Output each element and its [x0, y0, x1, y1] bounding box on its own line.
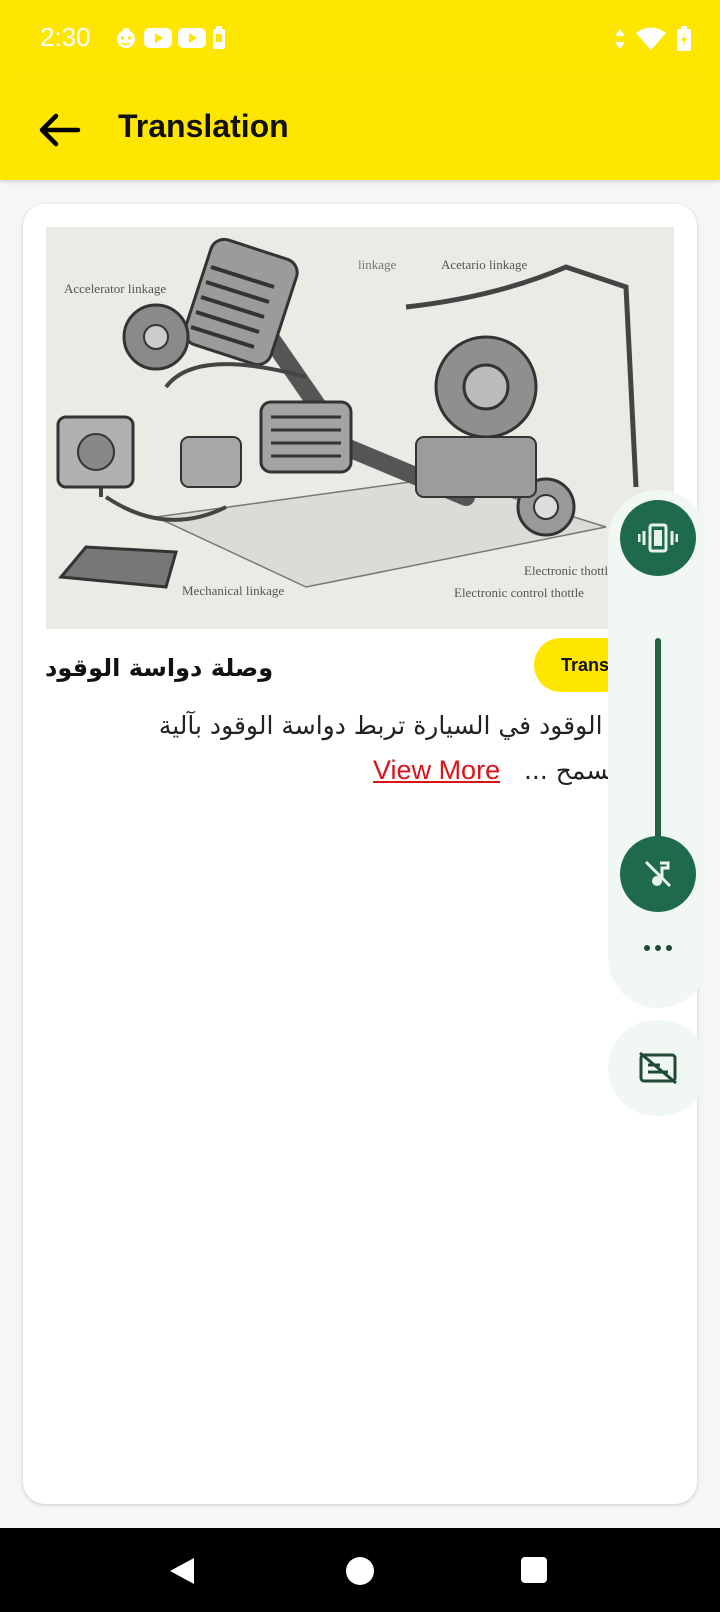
volume-slider-track[interactable] — [655, 638, 661, 868]
figure-label-mechanical: Mechanical linkage — [182, 583, 284, 598]
volume-panel — [608, 490, 708, 1008]
description-line-2: ، مما يسمح ... View More — [45, 748, 675, 793]
nav-back-button[interactable] — [168, 1556, 196, 1590]
status-time: 2:30 — [40, 22, 91, 52]
view-more-link[interactable]: View More — [373, 755, 500, 785]
navigation-bar — [0, 1528, 720, 1612]
app-bar: Translation — [0, 80, 720, 180]
volume-more-button[interactable] — [638, 936, 678, 960]
nav-recents-icon — [521, 1557, 547, 1583]
captions-off-icon — [639, 1051, 677, 1085]
battery-saver-icon — [213, 26, 225, 49]
youtube-icon — [178, 28, 206, 48]
live-caption-button[interactable] — [608, 1020, 708, 1116]
battery-icon — [677, 26, 691, 51]
nav-recents-button[interactable] — [520, 1556, 548, 1588]
bug-face-icon — [117, 28, 135, 48]
figure-label-linkage: linkage — [358, 257, 396, 272]
vibrate-icon — [638, 523, 678, 553]
page-title: Translation — [118, 108, 289, 144]
figure-label-accelerator: Accelerator linkage — [64, 281, 166, 296]
card-description: دواسة الوقود في السيارة تربط دواسة الوقو… — [45, 704, 675, 793]
more-horiz-icon — [644, 945, 672, 951]
nav-home-button[interactable] — [345, 1556, 375, 1590]
volume-slider-thumb[interactable] — [620, 836, 696, 912]
notification-icons — [114, 26, 226, 50]
description-line-1: دواسة الوقود في السيارة تربط دواسة الوقو… — [158, 711, 675, 740]
figure-label-acetario: Acetario linkage — [441, 257, 527, 272]
system-icons — [614, 26, 692, 52]
card-title: وصلة دواسة الوقود — [45, 654, 274, 682]
youtube-icon — [144, 28, 172, 48]
music-off-icon — [644, 860, 672, 888]
accelerator-diagram-illustration: Accelerator linkage linkage Acetario lin… — [46, 227, 674, 629]
status-bar: 2:30 — [0, 0, 720, 80]
ring-mode-button[interactable] — [620, 500, 696, 576]
back-button[interactable] — [36, 110, 82, 150]
figure-label-electronic-throttle: Electronic thottle — [524, 563, 614, 578]
card-image: Accelerator linkage linkage Acetario lin… — [46, 227, 674, 629]
translation-card: Accelerator linkage linkage Acetario lin… — [23, 204, 704, 1504]
arrow-back-icon — [39, 113, 81, 147]
data-arrows-icon — [615, 29, 625, 49]
wifi-icon — [636, 27, 666, 50]
nav-back-icon — [170, 1558, 194, 1584]
nav-home-icon — [346, 1557, 374, 1585]
figure-label-electronic-control: Electronic control thottle — [454, 585, 584, 600]
